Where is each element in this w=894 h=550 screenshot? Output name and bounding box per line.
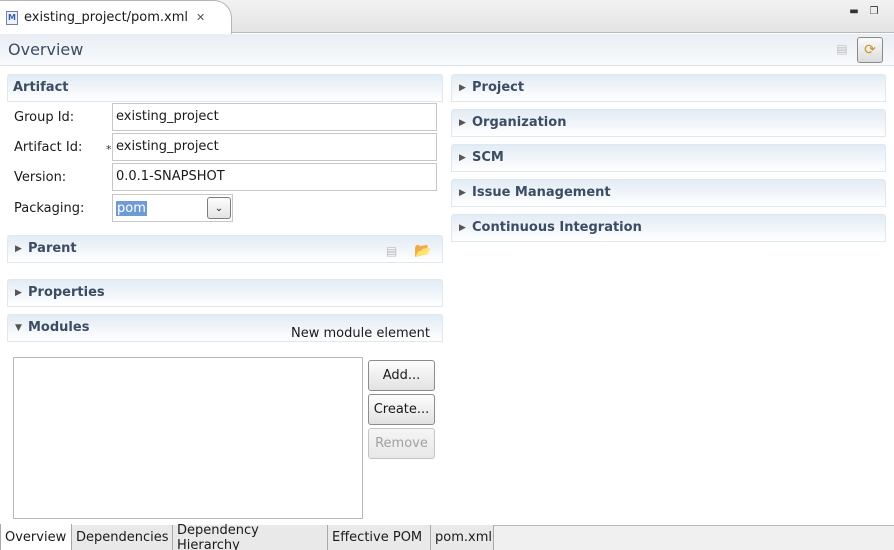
create-module-button[interactable]: Create...	[368, 394, 435, 425]
version-label: Version:	[14, 170, 67, 185]
project-section-header[interactable]: ▶ Project	[451, 74, 886, 102]
artifact-id-value: existing_project	[116, 139, 219, 154]
tab-pom-xml[interactable]: pom.xml	[431, 525, 494, 550]
form-header: Overview ▤	[0, 34, 894, 66]
modules-section-title: Modules	[28, 320, 90, 335]
tab-dependency-hierarchy[interactable]: Dependency Hierarchy	[173, 523, 328, 550]
triangle-right-icon: ▶	[459, 83, 466, 93]
page-title: Overview	[8, 40, 84, 59]
scm-section-title: SCM	[472, 150, 504, 165]
editor-tab[interactable]: M existing_project/pom.xml ✕	[0, 0, 232, 34]
triangle-right-icon: ▶	[459, 188, 466, 198]
triangle-right-icon: ▶	[459, 223, 466, 233]
folder-open-icon[interactable]: 📂	[414, 243, 431, 259]
artifact-section-header: Artifact	[7, 74, 443, 102]
project-section-title: Project	[472, 80, 525, 95]
tab-dependencies[interactable]: Dependencies	[72, 525, 173, 550]
window-controls: ▬ ❐	[848, 5, 880, 17]
modules-list[interactable]	[13, 357, 363, 519]
triangle-right-icon: ▶	[459, 153, 466, 163]
triangle-down-icon: ▼	[15, 323, 22, 333]
packaging-label: Packaging:	[14, 201, 85, 216]
chevron-down-icon[interactable]: ⌄	[207, 197, 231, 219]
add-module-button[interactable]: Add...	[368, 360, 435, 391]
continuous-integration-section-title: Continuous Integration	[472, 220, 642, 235]
triangle-right-icon: ▶	[15, 244, 22, 254]
organization-section-header[interactable]: ▶ Organization	[451, 109, 886, 137]
refresh-icon: ⟳	[864, 42, 876, 58]
version-field[interactable]: 0.0.1-SNAPSHOT	[112, 163, 437, 191]
properties-section-title: Properties	[28, 285, 105, 300]
tab-effective-pom[interactable]: Effective POM	[328, 525, 431, 550]
group-id-value: existing_project	[116, 109, 219, 124]
group-id-label: Group Id:	[14, 110, 75, 125]
parent-section-title: Parent	[28, 241, 77, 256]
maven-pom-file-icon: M	[6, 10, 18, 25]
artifact-id-field[interactable]: existing_project	[112, 133, 437, 161]
packaging-select[interactable]: pom ⌄	[112, 194, 233, 222]
packaging-value: pom	[116, 201, 147, 216]
new-module-label: New module element	[291, 326, 430, 341]
triangle-right-icon: ▶	[15, 288, 22, 298]
pom-editor: M existing_project/pom.xml ✕ ▬ ❐ Overvie…	[0, 0, 894, 550]
refresh-button[interactable]: ⟳	[857, 37, 883, 63]
triangle-right-icon: ▶	[459, 118, 466, 128]
scm-section-header[interactable]: ▶ SCM	[451, 144, 886, 172]
artifact-id-label: Artifact Id:	[14, 140, 83, 155]
restore-icon[interactable]: ❐	[868, 5, 880, 17]
issue-management-section-header[interactable]: ▶ Issue Management	[451, 179, 886, 207]
select-pom-icon[interactable]: ▤	[386, 244, 397, 258]
issue-management-section-title: Issue Management	[472, 185, 611, 200]
continuous-integration-section-header[interactable]: ▶ Continuous Integration	[451, 214, 886, 242]
required-marker: *	[106, 143, 112, 156]
remove-module-button[interactable]: Remove	[368, 428, 435, 459]
select-pom-icon[interactable]: ▤	[834, 41, 850, 57]
minimize-icon[interactable]: ▬	[848, 5, 860, 17]
editor-tab-title: existing_project/pom.xml	[24, 10, 189, 25]
parent-section-header[interactable]: ▶ Parent	[7, 235, 443, 263]
organization-section-title: Organization	[472, 115, 567, 130]
editor-tab-strip: M existing_project/pom.xml ✕ ▬ ❐	[0, 0, 894, 34]
properties-section-header[interactable]: ▶ Properties	[7, 279, 443, 307]
tab-overview[interactable]: Overview	[0, 524, 72, 550]
version-value: 0.0.1-SNAPSHOT	[116, 169, 225, 184]
close-icon[interactable]: ✕	[196, 11, 205, 24]
group-id-field[interactable]: existing_project	[112, 103, 437, 131]
artifact-section-title: Artifact	[13, 80, 69, 95]
